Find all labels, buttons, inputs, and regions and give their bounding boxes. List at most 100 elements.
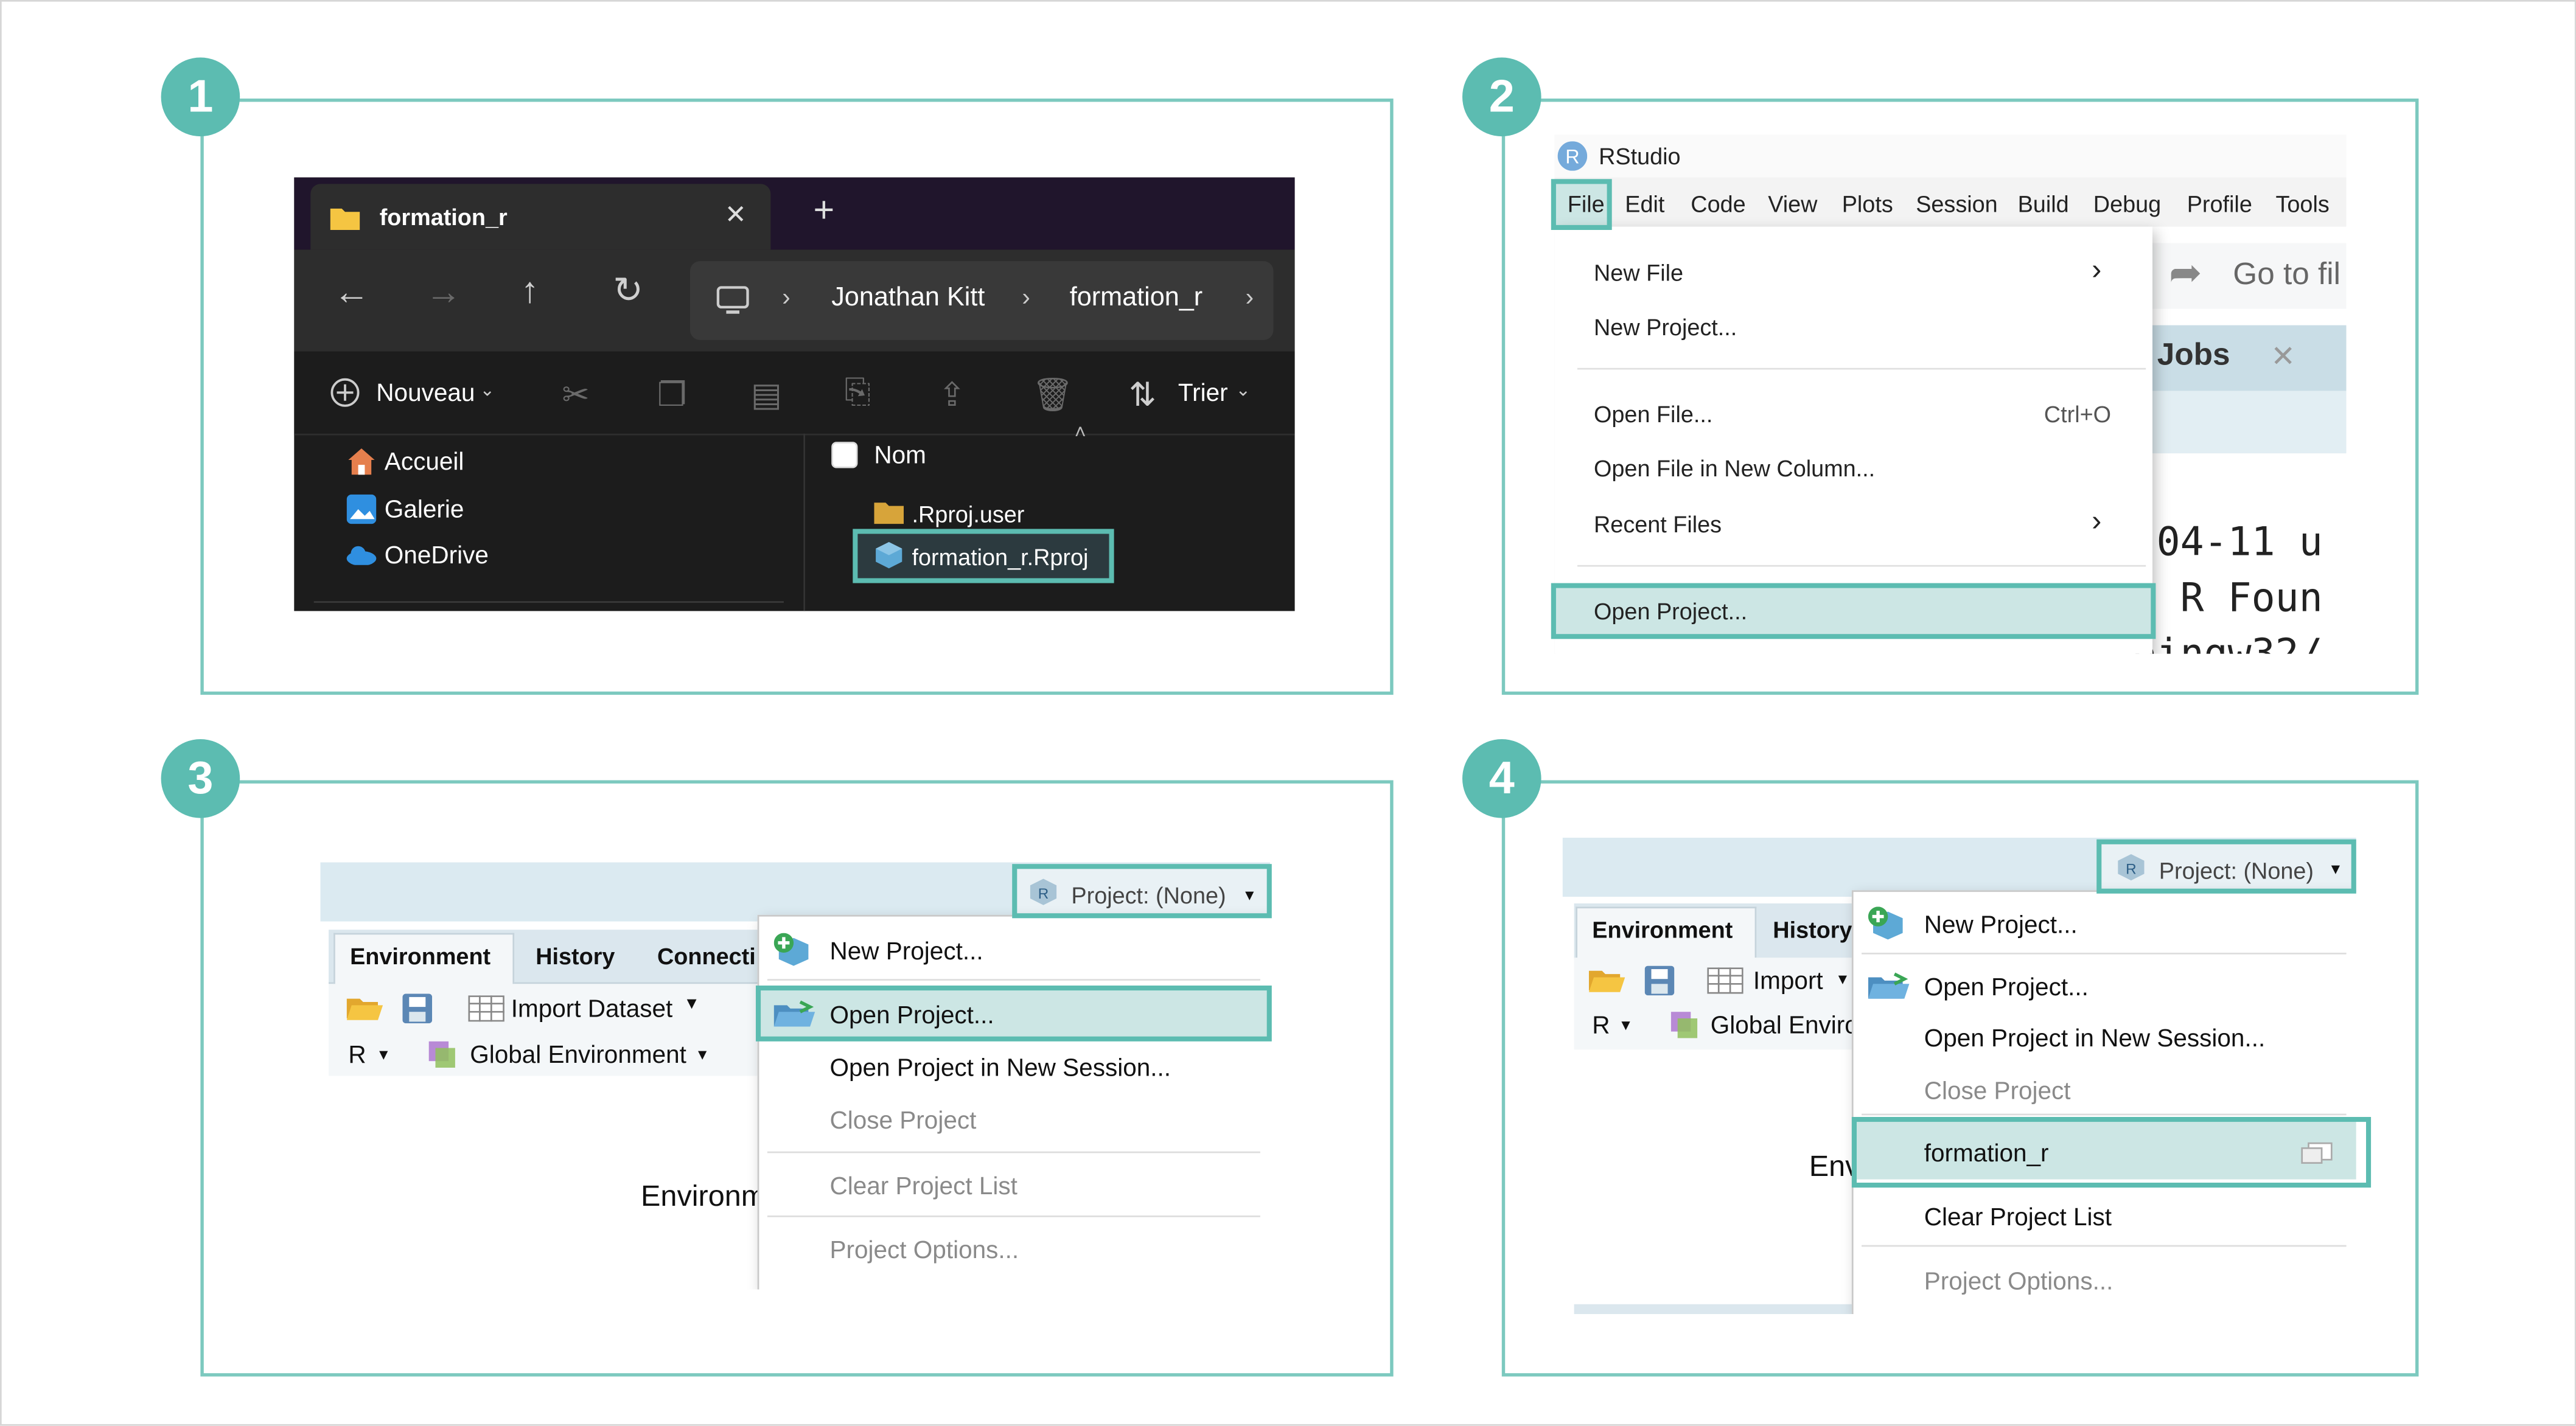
dropdown-arrow-icon: ▼ (695, 1046, 710, 1063)
breadcrumb-item[interactable]: Jonathan Kitt (831, 284, 985, 314)
breadcrumb-chevron-icon: › (782, 284, 791, 312)
svg-text:R: R (1565, 146, 1579, 168)
menu-item-open-project-new-session[interactable]: Open Project in New Session... (830, 1054, 1171, 1082)
sidebar-item-home[interactable]: Accueil (385, 448, 464, 476)
console-line: oingw32/ (2133, 631, 2323, 654)
rstudio-file-menu-window: R RStudio File Edit Code View Plots Sess… (1554, 134, 2347, 654)
environment-empty-text: Environm (641, 1179, 766, 1212)
menu-separator (1862, 1113, 2347, 1116)
language-select[interactable]: R (348, 1042, 366, 1070)
save-icon[interactable] (1644, 965, 1675, 996)
menu-separator (1862, 953, 2347, 955)
close-tab-icon[interactable]: ✕ (2271, 340, 2295, 375)
tab-history[interactable]: History (536, 943, 615, 969)
file-explorer-window: formation_r ✕ + ← → ↑ ↻ › Jonathan Kitt … (294, 177, 1295, 611)
tab-connections[interactable]: Connecti (657, 943, 756, 969)
menu-code[interactable]: Code (1691, 190, 1745, 217)
highlight-open-project (756, 986, 1272, 1042)
menu-session[interactable]: Session (1916, 190, 1997, 217)
copy-icon[interactable]: ❐ (657, 375, 686, 416)
import-dataset-button[interactable]: Import Dataset (511, 995, 673, 1023)
close-tab-icon[interactable]: ✕ (725, 199, 747, 232)
menu-item-new-project[interactable]: New Project... (1924, 912, 2078, 940)
menu-item-new-project[interactable]: New Project... (830, 938, 983, 966)
menu-item-open-file-new-column[interactable]: Open File in New Column... (1594, 455, 1875, 481)
folder-icon (874, 503, 904, 524)
menu-view[interactable]: View (1768, 190, 1817, 217)
import-dataset-button[interactable]: Import (1753, 967, 1823, 995)
menu-edit[interactable]: Edit (1625, 190, 1664, 217)
step-badge: 4 (1462, 739, 1541, 818)
new-button[interactable]: Nouveau (376, 380, 475, 408)
breadcrumb[interactable]: › Jonathan Kitt › formation_r › (690, 261, 1274, 340)
goto-file-field[interactable]: Go to fil (2233, 258, 2340, 294)
menu-item-project-options[interactable]: Project Options... (830, 1237, 1019, 1265)
menu-profile[interactable]: Profile (2187, 190, 2252, 217)
menu-item-close-project[interactable]: Close Project (1924, 1077, 2071, 1105)
menu-item-clear-project-list[interactable]: Clear Project List (830, 1173, 1017, 1201)
menu-item-clear-project-list[interactable]: Clear Project List (1924, 1204, 2112, 1232)
delete-icon[interactable]: 🗑 (1032, 375, 1074, 416)
highlight-rproj-file (853, 529, 1114, 583)
menu-separator (767, 979, 1260, 981)
name-column-header[interactable]: Nom (874, 442, 926, 470)
paste-icon[interactable]: ▤ (751, 375, 782, 416)
menu-item-new-project[interactable]: New Project... (1594, 314, 1737, 340)
up-arrow-icon[interactable]: ↑ (521, 270, 539, 312)
onedrive-cloud-icon (346, 546, 377, 565)
open-folder-icon[interactable] (1588, 966, 1625, 994)
sort-button[interactable]: Trier (1178, 380, 1228, 408)
menu-separator (767, 1151, 1260, 1153)
sort-icon: ⇅ (1128, 378, 1157, 414)
shortcut-label: Ctrl+O (2044, 400, 2112, 427)
open-folder-icon[interactable] (346, 994, 383, 1022)
import-table-icon (468, 995, 504, 1022)
menu-separator (1577, 565, 2146, 567)
explorer-tab-bar: formation_r ✕ + (294, 177, 1295, 250)
menu-item-open-file[interactable]: Open File... (1594, 401, 1712, 427)
save-icon[interactable] (402, 993, 433, 1024)
highlight-file-menu (1551, 179, 1612, 230)
menu-item-new-file[interactable]: New File (1594, 260, 1683, 286)
tab-environment[interactable]: Environment (1592, 917, 1733, 943)
breadcrumb-chevron-icon: › (1022, 284, 1030, 312)
tutorial-figure: formation_r ✕ + ← → ↑ ↻ › Jonathan Kitt … (0, 0, 2576, 1426)
global-environment-select[interactable]: Global Enviro (1711, 1012, 1859, 1040)
menu-item-open-project[interactable]: Open Project... (1924, 974, 2089, 1002)
menu-debug[interactable]: Debug (2093, 190, 2161, 217)
tab-history[interactable]: History (1773, 917, 1852, 943)
computer-icon (716, 286, 749, 314)
cut-icon[interactable]: ✂ (562, 375, 589, 416)
menu-item-open-project-new-session[interactable]: Open Project in New Session... (1924, 1025, 2266, 1053)
home-icon (348, 448, 375, 475)
goto-arrow-icon: ➦ (2169, 251, 2202, 296)
rename-icon[interactable]: ⎘ (845, 375, 871, 412)
refresh-icon[interactable]: ↻ (613, 270, 643, 312)
chevron-down-icon: ⌄ (1235, 381, 1251, 401)
highlight-project-button (2096, 839, 2356, 894)
global-environment-select[interactable]: Global Environment (470, 1042, 686, 1070)
forward-arrow-icon[interactable]: → (425, 271, 461, 314)
highlight-open-project (1551, 583, 2156, 639)
file-item-folder[interactable]: .Rproj.user (912, 501, 1025, 527)
menu-tools[interactable]: Tools (2276, 190, 2330, 217)
menu-item-close-project[interactable]: Close Project (830, 1107, 977, 1135)
new-tab-icon[interactable]: + (814, 189, 835, 232)
menu-separator (767, 1216, 1260, 1217)
menu-plots[interactable]: Plots (1842, 190, 1893, 217)
sidebar-item-gallery[interactable]: Galerie (385, 496, 464, 524)
back-arrow-icon[interactable]: ← (333, 271, 369, 314)
menu-build[interactable]: Build (2018, 190, 2069, 217)
breadcrumb-item[interactable]: formation_r (1070, 284, 1202, 314)
menu-item-recent-files[interactable]: Recent Files (1594, 511, 1722, 537)
open-project-folder-icon (1868, 972, 1910, 999)
share-icon[interactable]: ⇪ (938, 375, 966, 416)
console-line: e R Foun (2132, 575, 2323, 621)
language-select[interactable]: R (1592, 1012, 1610, 1040)
step-badge: 3 (161, 739, 240, 818)
menu-item-project-options[interactable]: Project Options... (1924, 1268, 2114, 1296)
select-all-checkbox[interactable] (831, 442, 858, 468)
tab-environment[interactable]: Environment (350, 943, 490, 969)
explorer-tab[interactable]: formation_r ✕ (310, 184, 771, 250)
sidebar-item-onedrive[interactable]: OneDrive (385, 542, 489, 570)
